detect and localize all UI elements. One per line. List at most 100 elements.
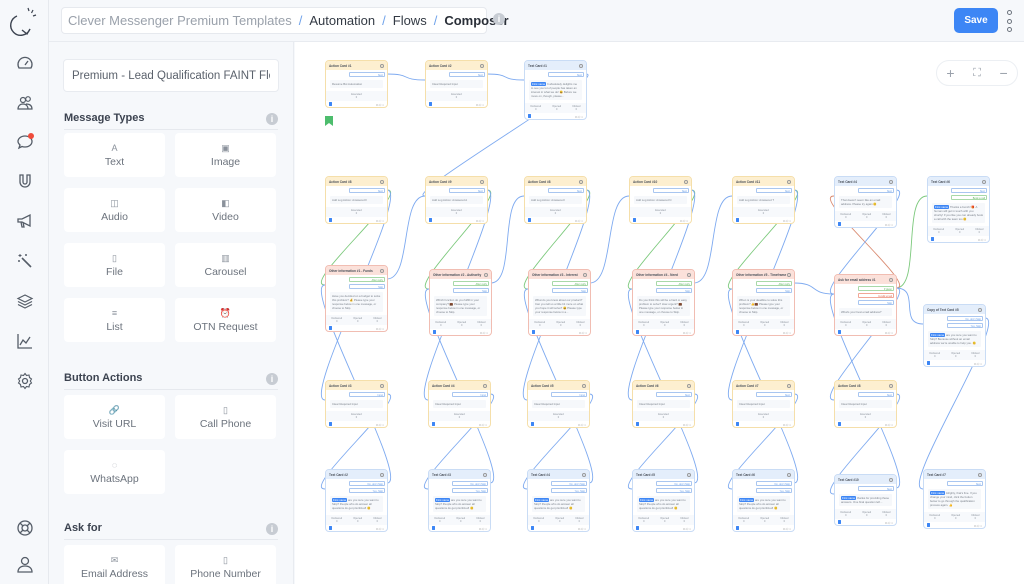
card-actions-icons[interactable]: ⧉ ◎ ×	[783, 331, 791, 335]
card-button[interactable]: Yes, Skip	[656, 488, 692, 493]
ask-card[interactable]: Other information #3 - Interest After rep…	[528, 269, 591, 336]
card-settings-icon[interactable]	[380, 472, 384, 477]
card-button[interactable]: No, don't Skip	[656, 481, 692, 486]
rail-item-settings[interactable]	[14, 370, 36, 392]
connection-line[interactable]	[490, 195, 525, 284]
card-actions-icons[interactable]: ⧉ ◎ ×	[683, 331, 691, 335]
card-actions-icons[interactable]: ⧉ ◎ ×	[885, 223, 893, 227]
info-icon[interactable]: i	[266, 523, 278, 535]
ask-card[interactable]: Ask for email address #1 If given Invalid …	[834, 274, 897, 336]
card-header[interactable]: Text Card #4	[835, 177, 896, 186]
action-card[interactable]: Action Card #1 Next Resume Bot Automation E…	[325, 60, 388, 108]
card-actions-icons[interactable]: ⧉ ◎ ×	[683, 527, 691, 531]
card-button[interactable]: Input	[349, 392, 385, 397]
rail-item-automation[interactable]	[14, 250, 36, 272]
card-button[interactable]: Skip	[656, 288, 692, 293]
card-header[interactable]: Action Card #9	[426, 177, 487, 186]
card-button[interactable]: Skip	[349, 284, 385, 289]
component-otn-request[interactable]: ⏰ OTN Request	[175, 298, 276, 342]
card-settings-icon[interactable]	[480, 179, 484, 184]
more-vertical-icon[interactable]	[1004, 10, 1014, 32]
clever-messenger-logo[interactable]	[8, 4, 42, 38]
component-file[interactable]: ▯ File	[64, 243, 165, 287]
text-card[interactable]: Text Card #7 Next First name Alrighty, tha…	[923, 469, 986, 529]
card-button[interactable]: Input	[551, 392, 587, 397]
card-button[interactable]: Next	[858, 188, 894, 193]
card-button[interactable]: After reply	[552, 281, 588, 286]
card-button[interactable]: Skip	[756, 288, 792, 293]
flow-name-input[interactable]	[63, 59, 279, 92]
card-actions-icons[interactable]: ⧉ ◎ ×	[476, 103, 484, 107]
action-card[interactable]: Action Card #9 Next Add Log Action: Answer…	[425, 176, 488, 224]
card-actions-icons[interactable]: ⧉ ◎ ×	[680, 219, 688, 223]
card-actions-icons[interactable]: ⧉ ◎ ×	[479, 423, 487, 427]
card-header[interactable]: Other information #3 - Interest	[529, 270, 590, 279]
rail-item-growth-tools[interactable]	[14, 170, 36, 192]
save-button[interactable]: Save	[954, 8, 998, 33]
card-button[interactable]: No, don't Skip	[756, 481, 792, 486]
rail-item-templates[interactable]	[14, 290, 36, 312]
card-settings-icon[interactable]	[978, 307, 982, 312]
card-header[interactable]: Action Card #8	[525, 177, 586, 186]
card-actions-icons[interactable]: ⧉ ◎ ×	[578, 423, 586, 427]
card-settings-icon[interactable]	[380, 383, 384, 388]
info-icon[interactable]: i	[493, 13, 505, 25]
rail-item-dashboard[interactable]	[14, 52, 36, 74]
card-settings-icon[interactable]	[380, 179, 384, 184]
action-card[interactable]: Action Card #4 Input Clear Required Input E…	[428, 380, 491, 428]
action-card[interactable]: Action Card #10 Next Add Log Action: Answe…	[629, 176, 692, 224]
component-call-phone[interactable]: ▯ Call Phone	[175, 395, 276, 439]
ask-card[interactable]: Other information #2 - Authority After re…	[429, 269, 492, 336]
card-actions-icons[interactable]: ⧉ ◎ ×	[476, 219, 484, 223]
card-settings-icon[interactable]	[787, 272, 791, 277]
breadcrumb-item[interactable]: Clever Messenger Premium Templates	[68, 13, 292, 28]
card-button[interactable]: No, don't Skip	[947, 316, 983, 321]
card-button[interactable]: Next	[449, 188, 485, 193]
card-actions-icons[interactable]: ⧉ ◎ ×	[579, 331, 587, 335]
connection-line[interactable]	[589, 195, 630, 284]
card-header[interactable]: Action Card #4	[429, 381, 490, 390]
action-card[interactable]: Action Card #8 Next Clear Required Input Ex…	[834, 380, 897, 428]
text-card[interactable]: Text Card #3 No, don't Skip Yes, Skip First…	[428, 469, 491, 532]
card-settings-icon[interactable]	[687, 472, 691, 477]
card-settings-icon[interactable]	[480, 63, 484, 68]
card-button[interactable]: Next	[656, 392, 692, 397]
card-actions-icons[interactable]: ⧉ ◎ ×	[978, 238, 986, 242]
card-header[interactable]: Action Card #8	[835, 381, 896, 390]
card-settings-icon[interactable]	[787, 472, 791, 477]
card-settings-icon[interactable]	[579, 179, 583, 184]
card-header[interactable]: Action Card #5	[528, 381, 589, 390]
card-settings-icon[interactable]	[889, 383, 893, 388]
connection-line[interactable]	[895, 287, 924, 325]
card-header[interactable]: Copy of Text Card #5	[924, 305, 985, 314]
card-header[interactable]: Text Card #6	[733, 470, 794, 479]
card-header[interactable]: Other information #1 - Funds	[326, 266, 387, 275]
card-button[interactable]: Next	[349, 188, 385, 193]
action-card[interactable]: Action Card #8 Next Add Log Action: Answer…	[325, 176, 388, 224]
card-button[interactable]: Input	[452, 392, 488, 397]
card-actions-icons[interactable]: ⧉ ◎ ×	[376, 219, 384, 223]
card-actions-icons[interactable]: ⧉ ◎ ×	[783, 219, 791, 223]
component-text[interactable]: A Text	[64, 133, 165, 177]
info-icon[interactable]: i	[266, 113, 278, 125]
card-settings-icon[interactable]	[484, 272, 488, 277]
action-card[interactable]: Action Card #2 Next Clear Required Input Ex…	[425, 60, 488, 108]
card-header[interactable]: Action Card #3	[326, 381, 387, 390]
card-header[interactable]: Text Card #6	[928, 177, 989, 186]
card-actions-icons[interactable]: ⧉ ◎ ×	[974, 524, 982, 528]
card-settings-icon[interactable]	[583, 272, 587, 277]
text-card[interactable]: Text Card #10 Next First name thanks for p…	[834, 474, 897, 526]
card-button[interactable]: Next	[349, 72, 385, 77]
card-header[interactable]: Other information #4 - Need	[633, 270, 694, 279]
text-card[interactable]: Text Card #2 No, don't Skip Yes, Skip First…	[325, 469, 388, 532]
card-settings-icon[interactable]	[889, 477, 893, 482]
card-actions-icons[interactable]: ⧉ ◎ ×	[885, 423, 893, 427]
ask-card[interactable]: Other information #4 - Need After reply Sk…	[632, 269, 695, 336]
card-settings-icon[interactable]	[684, 179, 688, 184]
action-card[interactable]: Action Card #8 Next Add Log Action: Answer…	[524, 176, 587, 224]
card-settings-icon[interactable]	[687, 272, 691, 277]
card-actions-icons[interactable]: ⧉ ◎ ×	[783, 527, 791, 531]
card-header[interactable]: Text Card #7	[924, 470, 985, 479]
card-settings-icon[interactable]	[982, 179, 986, 184]
info-icon[interactable]: i	[266, 373, 278, 385]
